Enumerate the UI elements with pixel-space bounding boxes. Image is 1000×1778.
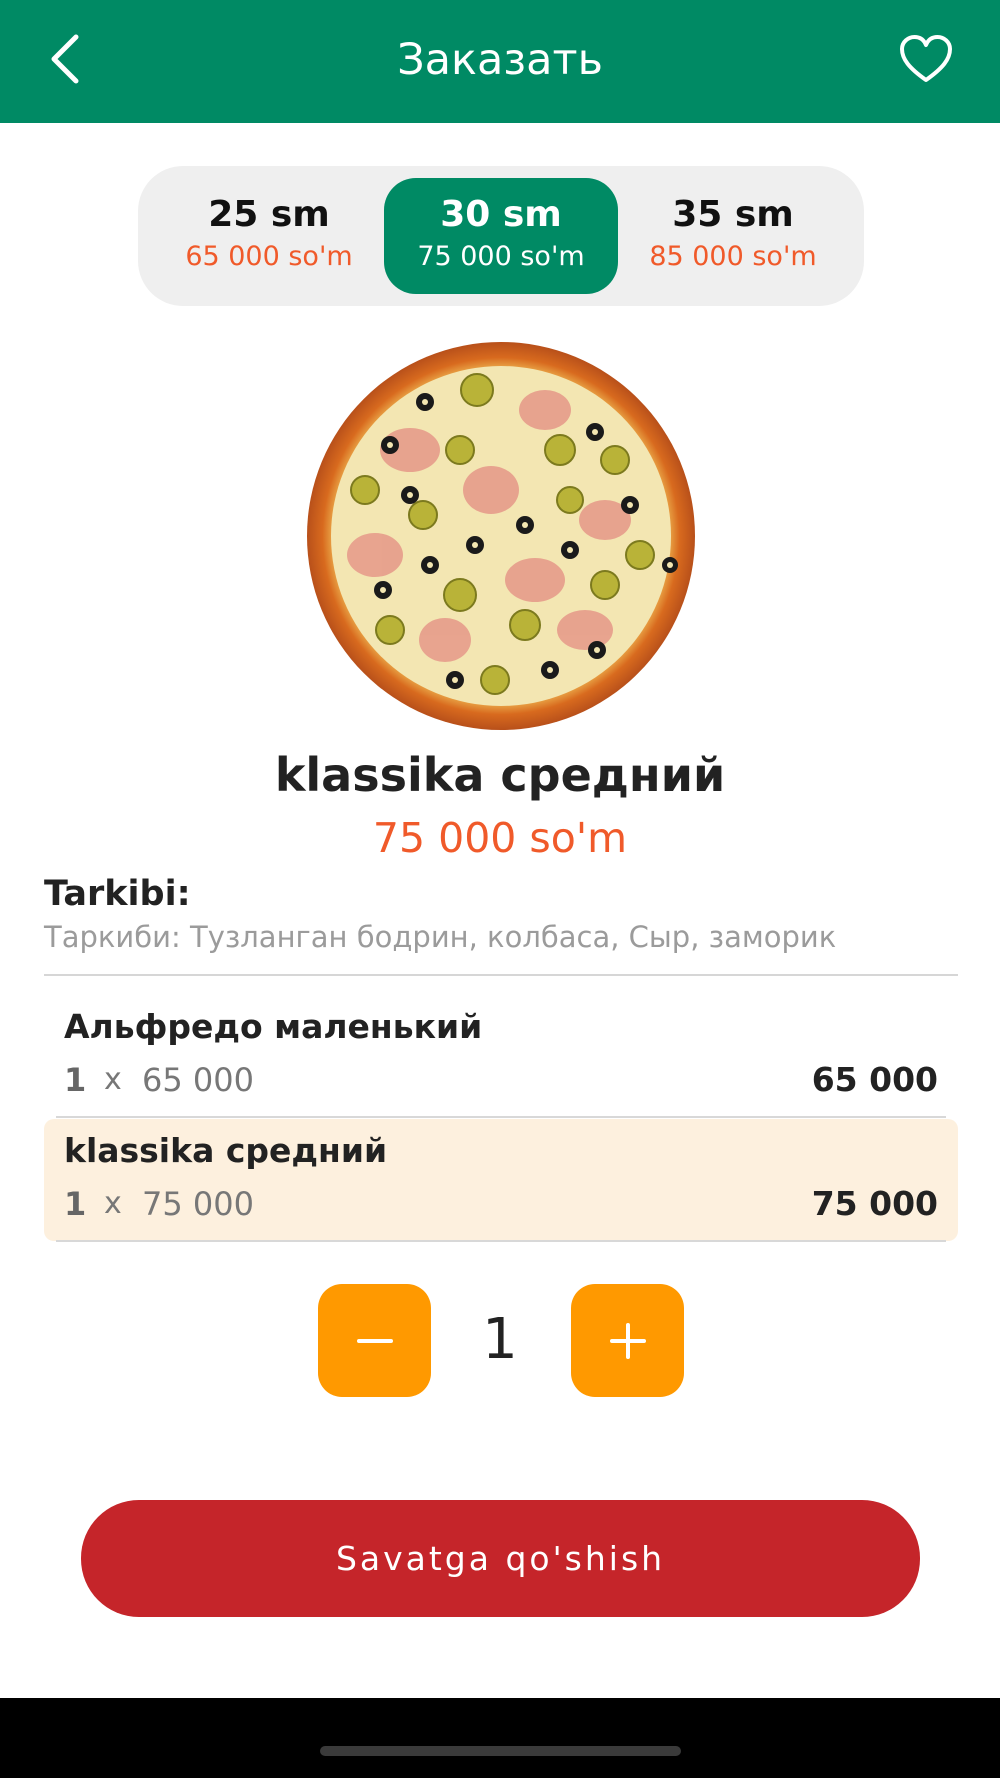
chevron-left-icon <box>51 34 79 84</box>
quantity-value: 1 <box>482 1307 518 1372</box>
size-price: 75 000 so'm <box>417 241 585 272</box>
home-indicator[interactable] <box>320 1746 681 1756</box>
cart-item-total: 65 000 <box>811 1060 938 1099</box>
favorite-button[interactable] <box>892 28 960 90</box>
cart-item-total: 75 000 <box>811 1184 938 1223</box>
cart-item-unit-price: 75 000 <box>142 1185 254 1223</box>
size-label: 35 sm <box>672 194 794 235</box>
product-price: 75 000 so'm <box>372 814 628 862</box>
top-app-bar: Заказать <box>0 0 1000 123</box>
increase-quantity-button[interactable] <box>571 1284 684 1397</box>
heart-outline-icon <box>900 35 952 82</box>
divider <box>44 974 958 976</box>
minus-icon <box>356 1338 393 1343</box>
product-image <box>305 340 697 732</box>
composition-label: Tarkibi: <box>44 874 191 914</box>
size-label: 30 sm <box>440 194 562 235</box>
system-navigation-bar <box>0 1698 1000 1778</box>
size-option-35[interactable]: 35 sm 85 000 so'm <box>616 178 850 294</box>
cart-item-qty: 1 <box>64 1061 87 1099</box>
size-option-30[interactable]: 30 sm 75 000 so'm <box>384 178 618 294</box>
divider <box>56 1240 946 1242</box>
plus-icon <box>609 1322 646 1359</box>
back-button[interactable] <box>40 28 90 90</box>
size-label: 25 sm <box>208 194 330 235</box>
add-to-cart-button[interactable]: Savatga qo'shish <box>81 1500 920 1617</box>
size-selector: 25 sm 65 000 so'm 30 sm 75 000 so'm 35 s… <box>138 166 864 306</box>
divider <box>56 1116 946 1118</box>
add-to-cart-label: Savatga qo'shish <box>335 1539 666 1578</box>
cart-list-item[interactable]: Альфредо маленький 1 x 65 000 65 000 <box>44 995 958 1118</box>
cart-item-unit-price: 65 000 <box>142 1061 254 1099</box>
cart-item-name: Альфредо маленький <box>64 1007 483 1046</box>
cart-list-item-selected[interactable]: klassika средний 1 x 75 000 75 000 <box>44 1119 958 1242</box>
composition-text: Таркиби: Тузланган бодрин, колбаса, Сыр,… <box>44 920 837 954</box>
cart-item-name: klassika средний <box>64 1131 388 1170</box>
size-price: 85 000 so'm <box>649 241 817 272</box>
cart-item-qty: 1 <box>64 1185 87 1223</box>
product-name: klassika средний <box>274 748 726 802</box>
cart-item-multiplier: x <box>104 1186 122 1221</box>
decrease-quantity-button[interactable] <box>318 1284 431 1397</box>
page-title: Заказать <box>397 35 603 85</box>
size-option-25[interactable]: 25 sm 65 000 so'm <box>152 178 386 294</box>
cart-item-multiplier: x <box>104 1062 122 1097</box>
size-price: 65 000 so'm <box>185 241 353 272</box>
